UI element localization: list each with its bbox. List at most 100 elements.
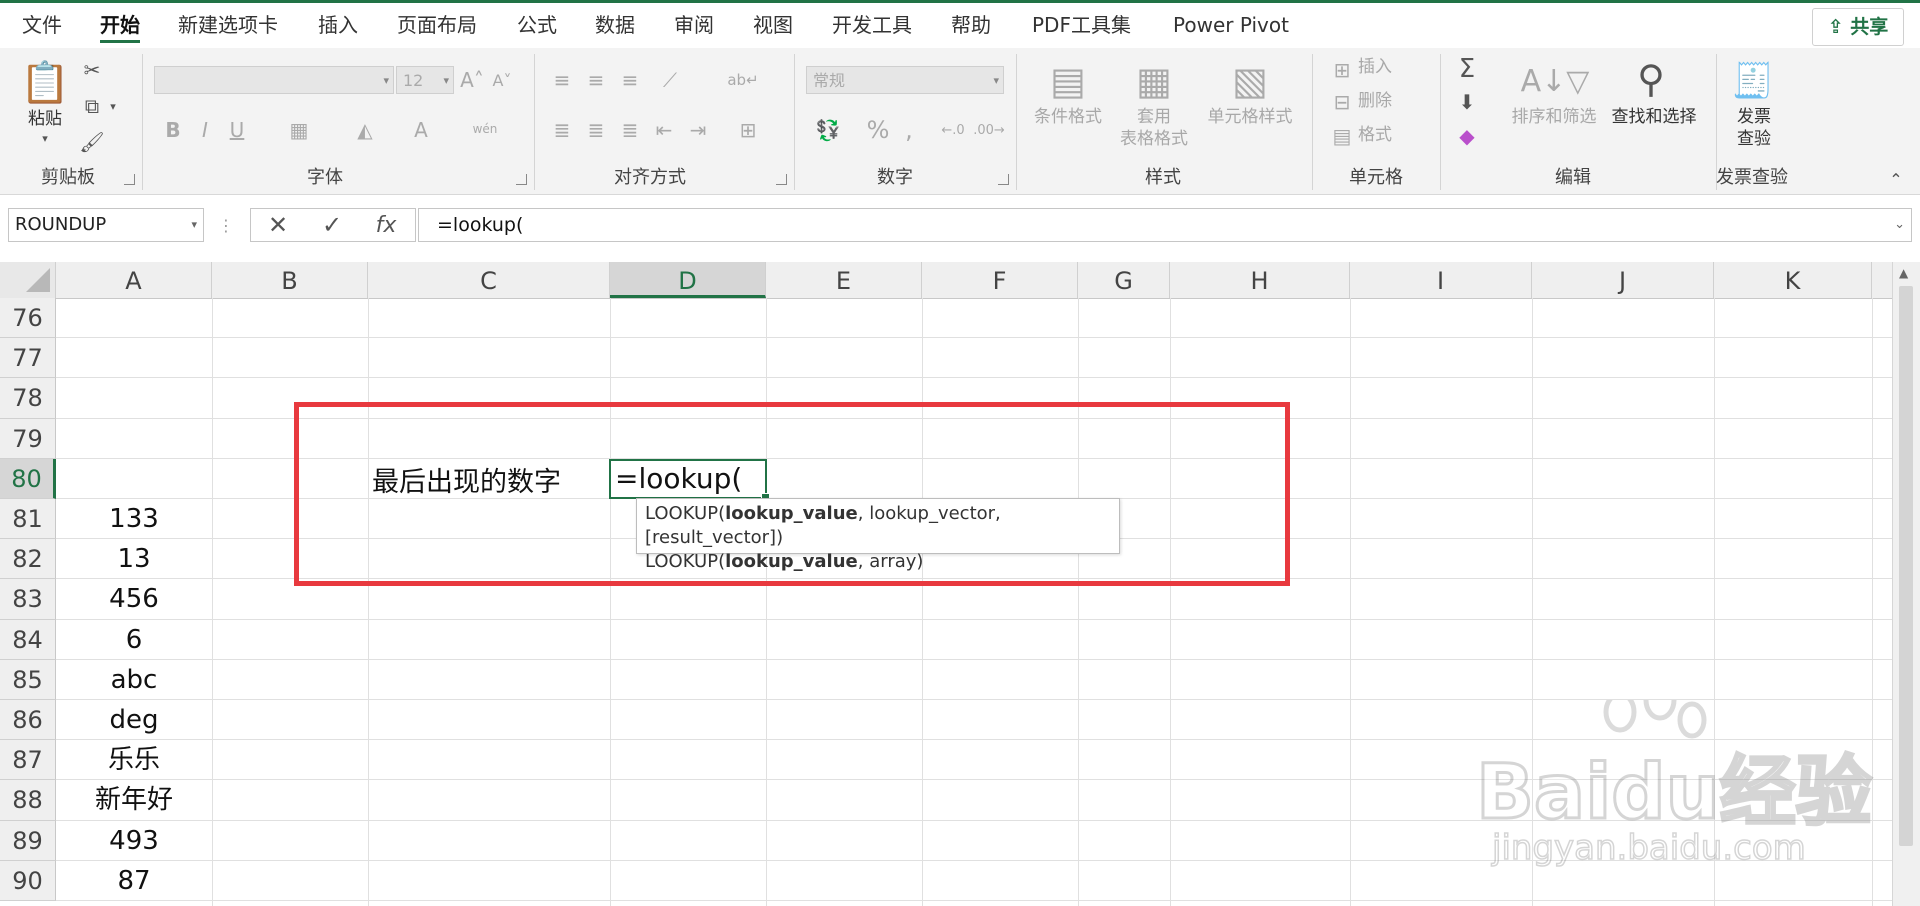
column-header-i[interactable]: I: [1350, 262, 1532, 298]
column-header-c[interactable]: C: [368, 262, 610, 298]
insert-cells-icon[interactable]: ⊞: [1328, 56, 1356, 84]
format-cells-label[interactable]: 格式: [1358, 124, 1418, 146]
align-middle-icon[interactable]: ≡: [582, 66, 610, 94]
select-all-corner[interactable]: [0, 262, 56, 298]
sort-filter-label[interactable]: 排序和筛选: [1506, 106, 1602, 128]
column-header-h[interactable]: H: [1170, 262, 1350, 298]
copy-dropdown-icon[interactable]: ▾: [106, 92, 120, 120]
invoice-label-1[interactable]: 发票: [1726, 106, 1782, 128]
tab-data[interactable]: 数据: [595, 10, 635, 40]
paste-icon[interactable]: 📋: [20, 56, 70, 108]
column-header-e[interactable]: E: [766, 262, 922, 298]
cell-a81[interactable]: 133: [56, 499, 212, 539]
tab-formulas[interactable]: 公式: [517, 10, 557, 40]
clipboard-launcher[interactable]: [124, 174, 135, 185]
scroll-thumb[interactable]: [1899, 286, 1913, 846]
orientation-icon[interactable]: ⟋: [650, 66, 690, 94]
cell-a88[interactable]: 新年好: [56, 780, 212, 821]
column-header-j[interactable]: J: [1532, 262, 1714, 298]
borders-icon[interactable]: ▦: [284, 116, 314, 144]
bold-button[interactable]: B: [160, 116, 186, 144]
font-color-icon[interactable]: A: [406, 116, 436, 144]
row-header-90[interactable]: 90: [0, 861, 56, 901]
row-header-83[interactable]: 83: [0, 579, 56, 620]
decrease-indent-icon[interactable]: ⇤: [650, 116, 678, 144]
phonetic-icon[interactable]: wén: [470, 114, 500, 144]
cell-a90[interactable]: 87: [56, 861, 212, 901]
collapse-ribbon-icon[interactable]: ⌃: [1884, 168, 1908, 190]
row-header-84[interactable]: 84: [0, 620, 56, 660]
cell-a85[interactable]: abc: [56, 660, 212, 700]
tab-home[interactable]: 开始: [100, 10, 140, 43]
decrease-font-icon[interactable]: A˅: [488, 66, 516, 94]
cell-styles-icon[interactable]: ▧: [1226, 58, 1274, 104]
cell-a89[interactable]: 493: [56, 821, 212, 861]
format-as-table-label-2[interactable]: 表格格式: [1104, 128, 1204, 150]
cell-styles-label[interactable]: 单元格样式: [1200, 106, 1300, 128]
number-format-dropdown[interactable]: 常规 ▾: [806, 66, 1004, 94]
align-top-icon[interactable]: ≡: [548, 66, 576, 94]
find-select-label[interactable]: 查找和选择: [1604, 106, 1704, 128]
tab-new-tab[interactable]: 新建选项卡: [178, 10, 278, 40]
paste-dropdown-icon[interactable]: ▾: [20, 130, 70, 146]
tab-help[interactable]: 帮助: [951, 10, 991, 40]
conditional-format-icon[interactable]: ▤: [1044, 58, 1092, 104]
delete-cells-icon[interactable]: ⊟: [1328, 88, 1356, 116]
row-header-76[interactable]: 76: [0, 298, 56, 338]
fill-color-icon[interactable]: ◭: [350, 116, 380, 144]
cell-a86[interactable]: deg: [56, 700, 212, 740]
tab-power-pivot[interactable]: Power Pivot: [1173, 10, 1289, 40]
delete-cells-label[interactable]: 删除: [1358, 90, 1418, 112]
tab-pdf-tools[interactable]: PDF工具集: [1032, 10, 1131, 40]
formula-input[interactable]: =lookup(⌄: [418, 208, 1912, 242]
cancel-icon[interactable]: ✕: [260, 210, 296, 240]
increase-indent-icon[interactable]: ⇥: [684, 116, 712, 144]
column-header-f[interactable]: F: [922, 262, 1078, 298]
row-header-87[interactable]: 87: [0, 740, 56, 780]
decrease-decimal-icon[interactable]: .00→: [973, 116, 1005, 144]
font-size-dropdown[interactable]: 12 ▾: [396, 66, 454, 94]
clear-icon[interactable]: ◆: [1452, 122, 1482, 150]
column-header-k[interactable]: K: [1714, 262, 1872, 298]
underline-button[interactable]: U: [224, 116, 250, 144]
cell-a80[interactable]: [56, 459, 212, 499]
align-center-icon[interactable]: ≣: [582, 116, 610, 144]
row-header-79[interactable]: 79: [0, 419, 56, 459]
name-box[interactable]: ROUNDUP ▾: [8, 208, 204, 242]
fill-icon[interactable]: ⬇: [1452, 88, 1482, 116]
format-as-table-icon[interactable]: ▦: [1130, 58, 1178, 104]
tab-view[interactable]: 视图: [753, 10, 793, 40]
autosum-icon[interactable]: Σ: [1452, 54, 1482, 84]
cell-a84[interactable]: 6: [56, 620, 212, 660]
cell-a83[interactable]: 456: [56, 579, 212, 620]
cell-a79[interactable]: [56, 419, 212, 459]
row-header-81[interactable]: 81: [0, 499, 56, 539]
row-header-80[interactable]: 80: [0, 459, 56, 499]
comma-style-icon[interactable]: ,: [898, 116, 920, 144]
tab-file[interactable]: 文件: [22, 10, 62, 40]
font-launcher[interactable]: [516, 174, 527, 185]
row-header-86[interactable]: 86: [0, 700, 56, 740]
percent-icon[interactable]: %: [864, 116, 892, 144]
align-left-icon[interactable]: ≣: [548, 116, 576, 144]
cell-a82[interactable]: 13: [56, 539, 212, 579]
invoice-check-icon[interactable]: 🧾: [1728, 58, 1778, 104]
cell-a87[interactable]: 乐乐: [56, 740, 212, 780]
row-header-85[interactable]: 85: [0, 660, 56, 700]
row-header-77[interactable]: 77: [0, 338, 56, 378]
copy-icon[interactable]: ⧉: [78, 92, 106, 120]
tab-page-layout[interactable]: 页面布局: [397, 10, 477, 40]
align-right-icon[interactable]: ≣: [616, 116, 644, 144]
find-select-icon[interactable]: ⚲: [1626, 54, 1676, 104]
conditional-format-label[interactable]: 条件格式: [1024, 106, 1112, 128]
tab-developer[interactable]: 开发工具: [832, 10, 912, 40]
format-as-table-label-1[interactable]: 套用: [1110, 106, 1198, 128]
column-header-a[interactable]: A: [56, 262, 212, 298]
invoice-label-2[interactable]: 查验: [1726, 128, 1782, 150]
cell-a76[interactable]: [56, 298, 212, 338]
increase-decimal-icon[interactable]: ←.0: [938, 116, 968, 144]
column-header-g[interactable]: G: [1078, 262, 1170, 298]
enter-icon[interactable]: ✓: [314, 210, 350, 240]
scroll-up-icon[interactable]: ▲: [1899, 266, 1908, 280]
row-header-82[interactable]: 82: [0, 539, 56, 579]
